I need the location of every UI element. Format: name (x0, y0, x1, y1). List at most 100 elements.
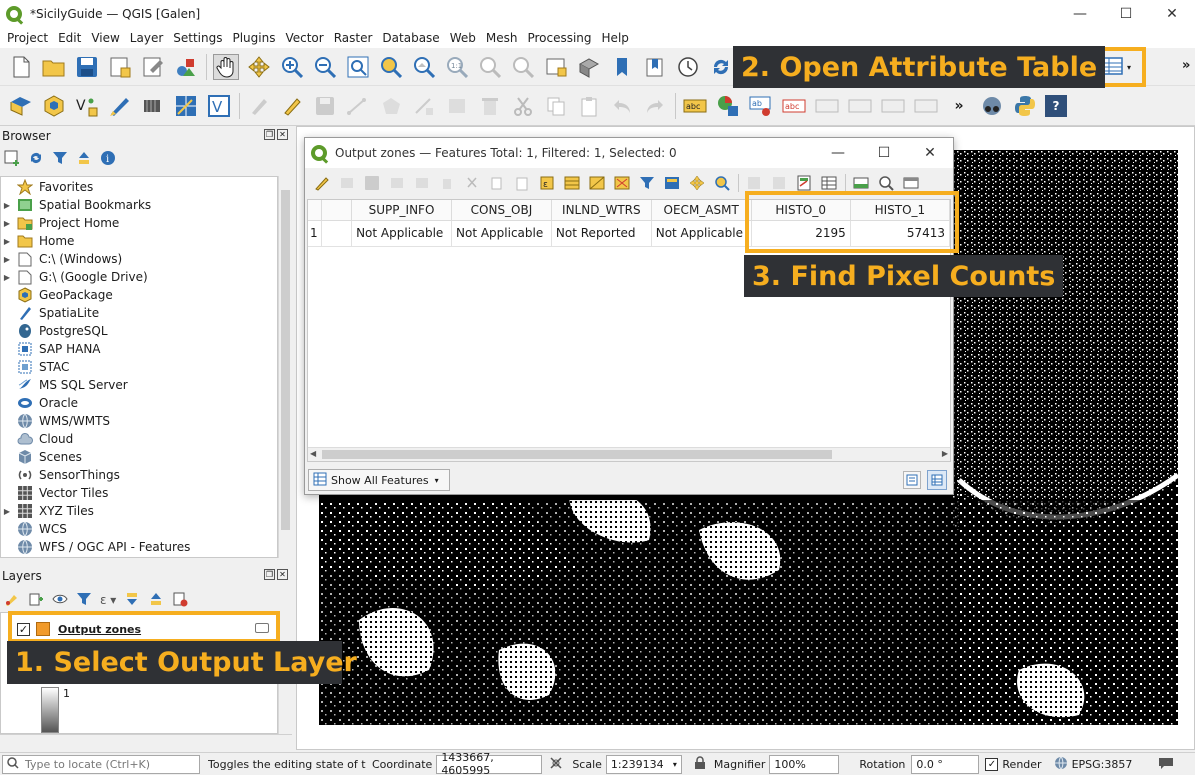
hidden-column-header[interactable] (321, 200, 353, 221)
expand-arrow-icon[interactable]: ▶ (1, 201, 13, 210)
menu-edit[interactable]: Edit (53, 31, 86, 45)
deselect-all-icon[interactable] (613, 174, 631, 192)
browser-item-home[interactable]: ▶ Home (1, 232, 277, 250)
browser-item-c-drive[interactable]: ▶ C:\ (Windows) (1, 250, 277, 268)
expand-all-icon[interactable] (124, 591, 140, 610)
style-manager-icon[interactable] (173, 54, 199, 80)
save-project-icon[interactable] (74, 54, 100, 80)
undo-icon[interactable] (609, 93, 635, 119)
table-cell[interactable]: Not Applicable (651, 220, 752, 247)
filter-expression-icon[interactable]: ε ▾ (100, 593, 116, 607)
browser-item-spatialite[interactable]: SpatiaLite (1, 304, 277, 322)
current-edits-icon[interactable] (246, 93, 272, 119)
scale-combobox[interactable]: 1:239134 ▾ (605, 754, 682, 774)
zoom-in-icon[interactable] (279, 54, 305, 80)
new-temporary-layer-icon[interactable] (107, 93, 133, 119)
save-layer-edits-icon[interactable] (312, 93, 338, 119)
menu-raster[interactable]: Raster (329, 31, 378, 45)
table-cell[interactable]: Not Reported (551, 220, 652, 247)
table-cell[interactable]: Not Applicable (451, 220, 552, 247)
copy-icon[interactable] (488, 174, 506, 192)
browser-item-postgresql[interactable]: PostgreSQL (1, 322, 277, 340)
filter-select-features-icon[interactable] (638, 174, 656, 192)
column-header-cons-obj[interactable]: CONS_OBJ (451, 200, 552, 221)
manage-visibility-eye-icon[interactable] (52, 591, 68, 610)
table-cell[interactable]: Not Applicable (351, 220, 452, 247)
new-print-layout-icon[interactable] (107, 54, 133, 80)
new-field-icon[interactable] (745, 174, 763, 192)
coordinate-field[interactable]: 1433667, 4605995 (436, 751, 543, 775)
new-shapefile-layer-icon[interactable]: V (74, 93, 100, 119)
pin-labels-icon[interactable]: abc (781, 93, 807, 119)
table-horizontal-scrollbar[interactable]: ◀ ▶ (308, 447, 950, 461)
python-console-icon[interactable] (1012, 93, 1038, 119)
save-edits-icon[interactable] (363, 174, 381, 192)
menu-database[interactable]: Database (377, 31, 444, 45)
filter-browser-icon[interactable] (52, 150, 68, 169)
delete-features-icon[interactable] (438, 174, 456, 192)
zoom-to-selected-icon[interactable] (713, 174, 731, 192)
move-label-icon[interactable] (847, 93, 873, 119)
zoom-last-icon[interactable] (477, 54, 503, 80)
show-bookmarks-icon[interactable] (642, 54, 668, 80)
lock-scale-icon[interactable] (694, 755, 706, 773)
browser-item-geopackage[interactable]: GeoPackage (1, 286, 277, 304)
new-virtual-layer-icon[interactable]: V (206, 93, 232, 119)
pan-hand-icon[interactable] (213, 53, 239, 80)
filter-legend-icon[interactable] (76, 591, 92, 610)
browser-item-vector-tiles[interactable]: Vector Tiles (1, 484, 277, 502)
add-polygon-feature-icon[interactable] (378, 93, 404, 119)
select-by-expression-icon[interactable]: ε (538, 174, 556, 192)
expand-arrow-icon[interactable]: ▶ (1, 273, 13, 282)
show-hide-labels-icon[interactable] (814, 93, 840, 119)
new-geopackage-layer-icon[interactable] (41, 93, 67, 119)
dialog-close-button[interactable]: ✕ (907, 138, 953, 168)
menu-web[interactable]: Web (445, 31, 481, 45)
menu-settings[interactable]: Settings (168, 31, 227, 45)
paste-features-icon[interactable] (576, 93, 602, 119)
zoom-out-icon[interactable] (312, 54, 338, 80)
cut-features-icon[interactable] (510, 93, 536, 119)
magnifier-spinbox[interactable]: 100% (769, 754, 840, 774)
browser-item-wfs[interactable]: WFS / OGC API - Features (1, 538, 277, 556)
dialog-minimize-button[interactable]: — (815, 138, 861, 168)
add-feature-icon[interactable] (413, 174, 431, 192)
dialog-maximize-button[interactable]: ☐ (861, 138, 907, 168)
new-map-view-icon[interactable] (543, 54, 569, 80)
rotate-label-icon[interactable] (880, 93, 906, 119)
new-bookmark-icon[interactable] (609, 54, 635, 80)
close-button[interactable]: ✕ (1149, 0, 1195, 28)
browser-item-oracle[interactable]: Oracle (1, 394, 277, 412)
menu-vector[interactable]: Vector (280, 31, 328, 45)
delete-field-icon[interactable] (770, 174, 788, 192)
column-header-supp-info[interactable]: SUPP_INFO (351, 200, 452, 221)
move-selection-top-icon[interactable] (663, 174, 681, 192)
browser-item-mssql[interactable]: MS SQL Server (1, 376, 277, 394)
more-tools-chevron-icon[interactable]: » (946, 93, 972, 119)
maximize-button[interactable]: ☐ (1103, 0, 1149, 28)
dock-table-icon[interactable] (852, 174, 870, 192)
float-panel-button[interactable]: ❐ (264, 569, 275, 580)
browser-scrollbar[interactable] (278, 176, 292, 558)
zoom-to-selection-icon[interactable] (378, 54, 404, 80)
data-source-manager-icon[interactable] (8, 93, 34, 119)
expand-arrow-icon[interactable]: ▶ (1, 255, 13, 264)
cut-icon[interactable] (463, 174, 481, 192)
field-calculator-icon[interactable] (795, 174, 813, 192)
new-3d-map-view-icon[interactable] (576, 54, 602, 80)
pan-to-selected-icon[interactable] (688, 174, 706, 192)
float-panel-button[interactable]: ❐ (264, 129, 275, 140)
collapse-all-icon[interactable] (76, 150, 92, 169)
menu-plugins[interactable]: Plugins (227, 31, 280, 45)
table-scrollbar-thumb[interactable] (322, 450, 832, 459)
multi-edit-icon[interactable] (338, 174, 356, 192)
diagram-options-icon[interactable] (715, 93, 741, 119)
menu-project[interactable]: Project (2, 31, 53, 45)
modify-attributes-icon[interactable] (444, 93, 470, 119)
scroll-left-arrow-icon[interactable]: ◀ (310, 449, 316, 458)
browser-item-spatial-bookmarks[interactable]: ▶ Spatial Bookmarks (1, 196, 277, 214)
paste-icon[interactable] (513, 174, 531, 192)
digitize-with-segment-icon[interactable] (345, 93, 371, 119)
collapse-all-icon[interactable] (148, 591, 164, 610)
crs-label[interactable]: EPSG:3857 (1072, 758, 1133, 771)
